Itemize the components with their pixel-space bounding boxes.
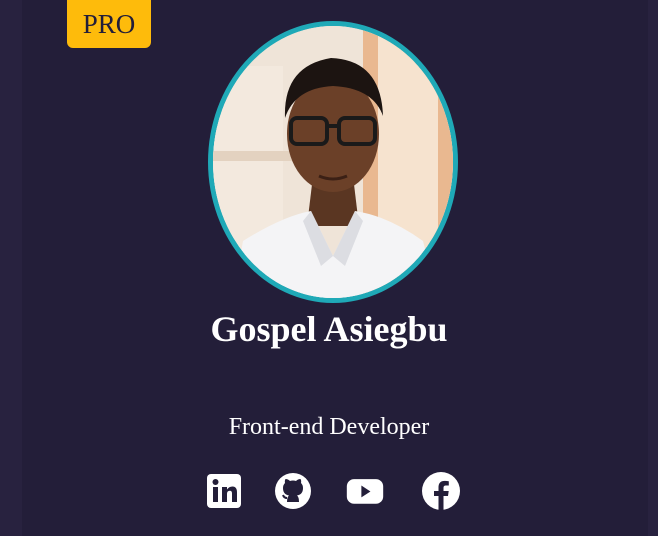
profile-role: Front-end Developer: [228, 414, 430, 440]
github-link[interactable]: [273, 471, 313, 511]
pro-badge: PRO: [67, 0, 151, 48]
github-icon: [275, 473, 311, 509]
social-links: [0, 471, 658, 511]
avatar: [208, 21, 458, 303]
linkedin-icon: [207, 474, 241, 508]
youtube-link[interactable]: [345, 471, 385, 511]
facebook-link[interactable]: [421, 471, 461, 511]
avatar-photo: [213, 26, 453, 298]
facebook-icon: [422, 472, 460, 510]
linkedin-link[interactable]: [204, 471, 244, 511]
profile-name: Gospel Asiegbu: [210, 309, 448, 349]
youtube-icon: [346, 479, 384, 504]
